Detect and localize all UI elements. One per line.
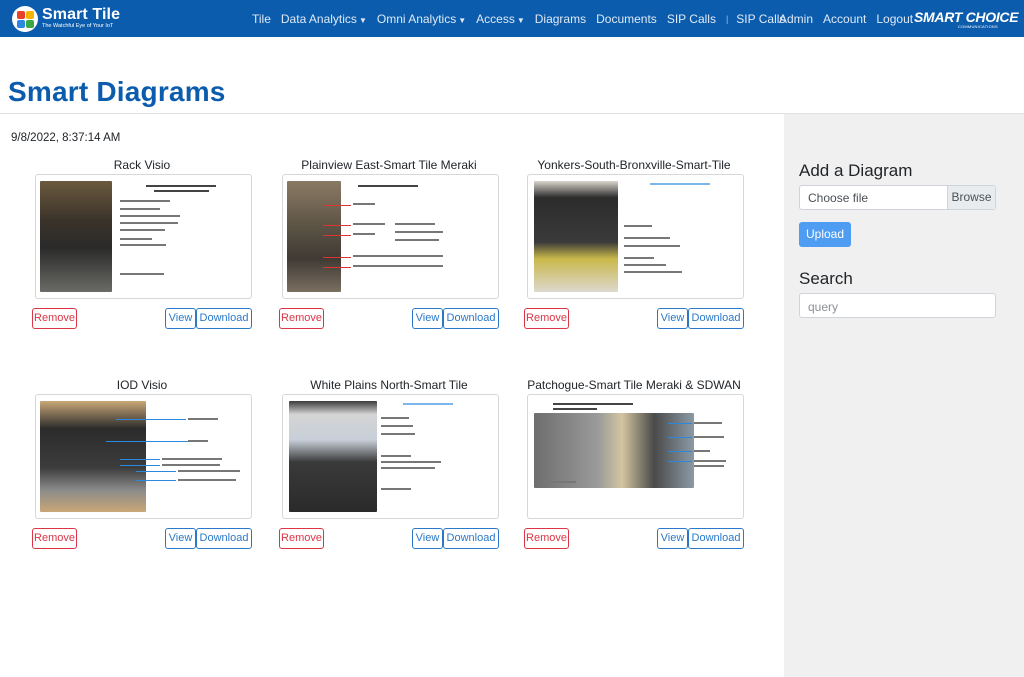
remove-button[interactable]: Remove bbox=[279, 528, 324, 549]
view-button[interactable]: View bbox=[657, 528, 688, 549]
main-nav: Tile Data Analytics ▼ Omni Analytics ▼ Acc… bbox=[252, 0, 795, 37]
page-title: Smart Diagrams bbox=[8, 76, 226, 107]
diagram-title: Patchogue-Smart Tile Meraki & SDWAN bbox=[527, 378, 741, 392]
view-button[interactable]: View bbox=[657, 308, 688, 329]
diagram-thumbnail[interactable] bbox=[282, 394, 499, 519]
remove-button[interactable]: Remove bbox=[32, 528, 77, 549]
diagram-thumbnail[interactable] bbox=[35, 394, 252, 519]
download-button[interactable]: Download bbox=[196, 528, 252, 549]
diagram-thumbnail[interactable] bbox=[35, 174, 252, 299]
brand-tagline: The Watchful Eye of Your IoT bbox=[42, 23, 114, 30]
download-button[interactable]: Download bbox=[196, 308, 252, 329]
smart-choice-logo: SMART CHOICE bbox=[914, 9, 1019, 25]
remove-button[interactable]: Remove bbox=[32, 308, 77, 329]
caret-down-icon: ▼ bbox=[458, 15, 467, 25]
remove-button[interactable]: Remove bbox=[279, 308, 324, 329]
download-button[interactable]: Download bbox=[688, 528, 744, 549]
timestamp: 9/8/2022, 8:37:14 AM bbox=[11, 132, 121, 144]
remove-button[interactable]: Remove bbox=[524, 528, 569, 549]
nav-data-analytics[interactable]: Data Analytics ▼ bbox=[281, 12, 367, 26]
download-button[interactable]: Download bbox=[688, 308, 744, 329]
sidebar: Add a Diagram Choose file Browse Upload … bbox=[784, 113, 1024, 677]
view-button[interactable]: View bbox=[412, 308, 443, 329]
nav-tile[interactable]: Tile bbox=[252, 12, 271, 26]
top-navbar: Smart Tile The Watchful Eye of Your IoT … bbox=[0, 0, 1024, 37]
diagram-title: Plainview East-Smart Tile Meraki bbox=[301, 158, 477, 172]
view-button[interactable]: View bbox=[165, 308, 196, 329]
brand[interactable]: Smart Tile The Watchful Eye of Your IoT bbox=[12, 5, 120, 32]
browse-button[interactable]: Browse bbox=[947, 186, 995, 209]
diagram-title: Rack Visio bbox=[113, 158, 171, 172]
search-heading: Search bbox=[799, 269, 853, 288]
download-button[interactable]: Download bbox=[443, 528, 499, 549]
nav-admin[interactable]: Admin bbox=[779, 12, 813, 26]
smart-choice-subtitle: COMMUNICATIONS bbox=[958, 24, 998, 29]
nav-documents[interactable]: Documents bbox=[596, 12, 657, 26]
title-divider bbox=[0, 113, 784, 114]
nav-sip-calls[interactable]: SIP Calls bbox=[667, 12, 716, 26]
remove-button[interactable]: Remove bbox=[524, 308, 569, 329]
search-placeholder: query bbox=[808, 300, 839, 314]
nav-logout[interactable]: Logout bbox=[876, 12, 913, 26]
diagram-thumbnail[interactable] bbox=[282, 174, 499, 299]
search-input[interactable]: query bbox=[799, 293, 996, 318]
add-diagram-heading: Add a Diagram bbox=[799, 161, 913, 180]
download-button[interactable]: Download bbox=[443, 308, 499, 329]
account-nav: Admin Account Logout bbox=[779, 0, 923, 37]
nav-account[interactable]: Account bbox=[823, 12, 866, 26]
diagram-thumbnail[interactable] bbox=[527, 394, 744, 519]
nav-separator: | bbox=[725, 13, 729, 24]
caret-down-icon: ▼ bbox=[358, 15, 367, 25]
caret-down-icon: ▼ bbox=[516, 15, 525, 25]
smart-tile-logo-icon bbox=[12, 5, 38, 32]
nav-access[interactable]: Access ▼ bbox=[476, 12, 525, 26]
upload-button[interactable]: Upload bbox=[799, 222, 851, 247]
diagram-title: IOD Visio bbox=[116, 378, 168, 392]
file-input-placeholder: Choose file bbox=[808, 191, 869, 205]
nav-diagrams[interactable]: Diagrams bbox=[535, 12, 586, 26]
nav-omni-analytics[interactable]: Omni Analytics ▼ bbox=[377, 12, 466, 26]
view-button[interactable]: View bbox=[412, 528, 443, 549]
diagram-title: Yonkers-South-Bronxville-Smart-Tile bbox=[537, 158, 731, 172]
view-button[interactable]: View bbox=[165, 528, 196, 549]
brand-title: Smart Tile bbox=[42, 6, 121, 24]
diagram-title: White Plains North-Smart Tile bbox=[310, 378, 468, 392]
diagram-thumbnail[interactable] bbox=[527, 174, 744, 299]
file-input[interactable]: Choose file Browse bbox=[799, 185, 996, 210]
